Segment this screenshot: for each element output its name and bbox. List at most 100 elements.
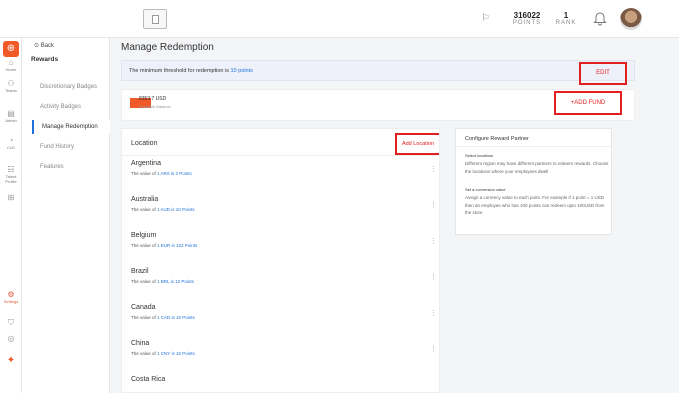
location-conversion: The value of 1 CNY is 10 Points xyxy=(131,351,195,356)
talent-profile-icon: ☷ xyxy=(7,165,15,174)
rail-item-teams[interactable]: ⚇ Teams xyxy=(0,79,22,93)
kebab-menu-icon[interactable]: ⋮ xyxy=(430,273,437,281)
admin-icon: ▤ xyxy=(7,109,15,118)
threshold-text: The minimum threshold for redemption is … xyxy=(129,68,253,74)
configure-heading-conversion: Set a conversion value xyxy=(465,187,506,192)
rail-item-shield[interactable]: ⛉ xyxy=(0,318,22,327)
location-name: Australia xyxy=(131,196,159,203)
rank-label: RANK xyxy=(555,20,577,26)
balance-label: Available Balance xyxy=(139,104,171,109)
rail-item-home[interactable]: ⌂ Home xyxy=(0,58,22,72)
brand-logo-icon: ✦ xyxy=(6,355,16,366)
location-name: Costa Rica xyxy=(131,376,166,383)
add-fund-button[interactable]: +ADD FUND xyxy=(554,91,622,115)
balance-amount: 8353.7 USD xyxy=(139,96,167,102)
sidebar-item-manage-redemption[interactable]: Manage Redemption xyxy=(32,120,110,134)
help-icon: ◎ xyxy=(7,334,15,343)
location-conversion: The value of 1 EUR is 122 Points xyxy=(131,243,197,248)
flag-icon[interactable]: ⚐ xyxy=(481,13,490,24)
configure-title: Configure Reward Partner xyxy=(465,136,529,142)
configure-text-conversion: Assign a currency value to each point. F… xyxy=(465,195,605,215)
conversion-value: 1 BRL is 12 Points xyxy=(157,279,194,284)
location-name: Canada xyxy=(131,304,156,311)
avatar[interactable] xyxy=(620,8,642,30)
back-arrow-icon: ⊙ xyxy=(34,43,41,49)
sidebar-item-discretionary-badges[interactable]: Discretionary Badges xyxy=(32,80,110,94)
rail-item-admin[interactable]: ▤ Admin xyxy=(0,109,22,123)
rail-item-settings[interactable]: ⚙ Settings xyxy=(0,290,22,304)
teams-icon: ⚇ xyxy=(7,79,15,88)
configure-reward-partner-panel: Configure Reward Partner Select location… xyxy=(455,128,613,235)
rail-item-grid[interactable]: ⊞ xyxy=(0,193,22,202)
threshold-value: 10 points xyxy=(230,68,253,74)
sidebar-item-activity-badges[interactable]: Activity Badges xyxy=(32,100,110,114)
location-row[interactable]: Australia The value of 1 AUD is 10 Points… xyxy=(122,193,439,229)
conversion-prefix: The value of xyxy=(131,207,156,212)
rail-item-label: Settings xyxy=(3,299,19,304)
rail-item-brand[interactable]: ✦ xyxy=(0,355,22,366)
conversion-value: 1 CAD is 10 Points xyxy=(157,315,195,320)
balance-card: 8353.7 USD Available Balance +ADD FUND xyxy=(121,89,635,121)
kebab-menu-icon[interactable]: ⋮ xyxy=(430,201,437,209)
conversion-prefix: The value of xyxy=(131,171,156,176)
threshold-prefix: The minimum threshold for redemption is xyxy=(129,68,229,74)
location-row[interactable]: Canada The value of 1 CAD is 10 Points ⋮ xyxy=(122,301,439,337)
points-counter: 316022 POINTS xyxy=(510,11,544,26)
edit-threshold-button[interactable]: EDIT xyxy=(579,62,627,85)
kebab-menu-icon[interactable]: ⋮ xyxy=(430,309,437,317)
location-name: Brazil xyxy=(131,268,149,275)
company-logo[interactable] xyxy=(143,9,167,29)
location-conversion: The value of 1 BRL is 12 Points xyxy=(131,279,194,284)
conversion-value: 1 AUD is 10 Points xyxy=(157,207,195,212)
kebab-menu-icon[interactable]: ⋮ xyxy=(430,237,437,245)
rewards-sidebar: ⊙ Back Rewards Discretionary Badges Acti… xyxy=(22,38,110,393)
rail-item-label: Home xyxy=(5,67,17,72)
notification-bell-icon[interactable] xyxy=(593,11,607,26)
rail-item-label: Talent Profile xyxy=(5,174,17,184)
location-panel: Location Add Location Argentina The value… xyxy=(121,128,440,393)
location-name: Argentina xyxy=(131,160,161,167)
threshold-card: The minimum threshold for redemption is … xyxy=(121,60,635,85)
location-conversion: The value of 1 AUD is 10 Points xyxy=(131,207,195,212)
kebab-menu-icon[interactable]: ⋮ xyxy=(430,165,437,173)
location-header: Location Add Location xyxy=(122,129,439,156)
rail-item-help[interactable]: ◎ xyxy=(0,334,22,343)
divider xyxy=(456,146,613,147)
app-switcher-icon[interactable]: ⊕ xyxy=(3,41,19,57)
rail-item-cxo[interactable]: ◔ CxO xyxy=(0,136,22,150)
location-row[interactable]: Brazil The value of 1 BRL is 12 Points ⋮ xyxy=(122,265,439,301)
location-row[interactable]: Belgium The value of 1 EUR is 122 Points ⋮ xyxy=(122,229,439,265)
location-name: Belgium xyxy=(131,232,157,239)
location-title: Location xyxy=(131,140,158,147)
location-row[interactable]: Costa Rica xyxy=(122,373,439,392)
home-icon: ⌂ xyxy=(8,58,14,67)
rank-counter: 1 RANK xyxy=(553,11,579,26)
rail-item-label: CxO xyxy=(7,145,15,150)
sidebar-item-features[interactable]: Features xyxy=(32,160,110,174)
location-conversion: The value of 1 CAD is 10 Points xyxy=(131,315,195,320)
grid-icon: ⊞ xyxy=(7,193,15,202)
kebab-menu-icon[interactable]: ⋮ xyxy=(430,345,437,353)
conversion-value: 1 ARS is 2 Points xyxy=(157,171,192,176)
points-label: POINTS xyxy=(512,20,542,26)
back-link[interactable]: ⊙ Back xyxy=(34,42,54,49)
conversion-prefix: The value of xyxy=(131,243,156,248)
page-title: Manage Redemption xyxy=(121,42,214,53)
conversion-value: 1 EUR is 122 Points xyxy=(157,243,198,248)
location-row[interactable]: Argentina The value of 1 ARS is 2 Points ⋮ xyxy=(122,157,439,193)
conversion-value: 1 CNY is 10 Points xyxy=(157,351,195,356)
sidebar-item-fund-history[interactable]: Fund History xyxy=(32,140,110,154)
rewards-section-title: Rewards xyxy=(31,56,59,63)
location-name: China xyxy=(131,340,150,347)
location-row[interactable]: China The value of 1 CNY is 10 Points ⋮ xyxy=(122,337,439,373)
location-conversion: The value of 1 ARS is 2 Points xyxy=(131,171,192,176)
top-bar: ⚐ 316022 POINTS 1 RANK xyxy=(0,0,679,38)
back-label: Back xyxy=(40,43,55,49)
configure-text-locations: Different region may have different part… xyxy=(465,161,609,174)
rail-item-talent-profile[interactable]: ☷ Talent Profile xyxy=(0,165,22,184)
rail-item-label: Teams xyxy=(5,88,17,93)
add-location-button[interactable]: Add Location xyxy=(395,133,439,155)
points-value: 316022 xyxy=(513,11,541,20)
shield-icon: ⛉ xyxy=(8,318,14,327)
conversion-prefix: The value of xyxy=(131,315,156,320)
